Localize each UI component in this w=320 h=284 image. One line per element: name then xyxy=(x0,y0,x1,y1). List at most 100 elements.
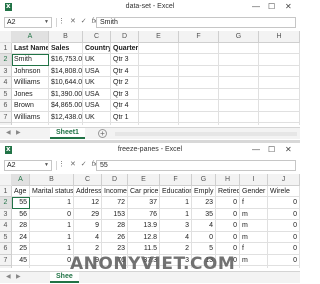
column-header[interactable]: C xyxy=(74,174,102,186)
column-header[interactable]: I xyxy=(240,174,268,186)
table-cell[interactable]: 1 xyxy=(30,197,74,209)
column-header[interactable]: B xyxy=(30,174,74,186)
table-cell[interactable]: $14,808.00 xyxy=(49,65,83,77)
table-cell[interactable]: Qtr 2 xyxy=(111,123,139,125)
table-cell[interactable]: 0 xyxy=(268,231,300,243)
row-header[interactable]: 4 xyxy=(0,77,12,89)
table-cell[interactable]: Jones xyxy=(12,88,49,100)
table-cell[interactable]: 12 xyxy=(74,197,102,209)
table-cell[interactable]: m xyxy=(240,231,268,243)
table-cell[interactable]: $12,438.00 xyxy=(49,111,83,123)
table-cell[interactable]: 28 xyxy=(102,220,128,232)
table-cell[interactable]: Emply xyxy=(192,185,216,197)
more-icon[interactable]: ⋮ xyxy=(58,18,65,25)
name-box[interactable]: A2 ▼ xyxy=(4,17,52,28)
table-cell[interactable]: 11.5 xyxy=(128,243,160,255)
table-cell[interactable] xyxy=(139,77,179,89)
minimize-button[interactable]: — xyxy=(252,145,260,155)
table-cell[interactable]: 44 xyxy=(12,266,30,268)
formula-input[interactable]: 55 xyxy=(96,160,296,171)
column-header[interactable]: H xyxy=(259,31,300,43)
table-cell[interactable]: 153 xyxy=(102,208,128,220)
cancel-icon[interactable]: ✕ xyxy=(70,18,76,25)
table-cell[interactable]: 1 xyxy=(30,220,74,232)
table-cell[interactable]: 1 xyxy=(30,231,74,243)
table-cell[interactable] xyxy=(259,88,300,100)
enter-icon[interactable]: ✓ xyxy=(81,161,87,168)
table-cell[interactable]: 0 xyxy=(268,220,300,232)
table-cell[interactable]: 55 xyxy=(12,197,30,209)
table-cell[interactable]: 0 xyxy=(268,254,300,266)
table-cell[interactable]: USA xyxy=(83,100,111,112)
more-icon[interactable]: ⋮ xyxy=(58,161,65,168)
column-header[interactable]: E xyxy=(139,31,179,43)
table-cell[interactable]: Johnson xyxy=(12,123,49,125)
table-cell[interactable]: 4 xyxy=(160,231,192,243)
column-header[interactable]: F xyxy=(160,174,192,186)
table-cell[interactable] xyxy=(259,54,300,66)
column-header[interactable]: B xyxy=(49,31,83,43)
prev-sheet-icon[interactable]: ◀ xyxy=(6,129,11,136)
table-cell[interactable]: Last Name xyxy=(12,42,49,54)
column-header[interactable]: D xyxy=(111,31,139,43)
table-cell[interactable]: Brown xyxy=(12,100,49,112)
table-cell[interactable]: 29 xyxy=(74,208,102,220)
column-header[interactable]: A xyxy=(12,31,49,43)
table-cell[interactable]: Age xyxy=(12,185,30,197)
table-cell[interactable] xyxy=(259,77,300,89)
table-cell[interactable] xyxy=(219,123,259,125)
table-cell[interactable]: 9 xyxy=(74,220,102,232)
table-cell[interactable] xyxy=(268,266,300,268)
table-cell[interactable] xyxy=(179,65,219,77)
table-cell[interactable]: Qtr 1 xyxy=(111,111,139,123)
table-cell[interactable]: Johnson xyxy=(12,65,49,77)
table-cell[interactable]: 0 xyxy=(30,208,74,220)
table-cell[interactable]: UK xyxy=(83,111,111,123)
horizontal-scrollbar[interactable] xyxy=(115,132,297,136)
table-cell[interactable]: 2 xyxy=(74,243,102,255)
column-header[interactable]: H xyxy=(216,174,240,186)
table-cell[interactable]: Car price xyxy=(128,185,160,197)
close-button[interactable]: ✕ xyxy=(285,2,292,12)
select-all-corner[interactable] xyxy=(0,31,12,43)
table-cell[interactable] xyxy=(30,266,74,268)
table-cell[interactable]: m xyxy=(240,220,268,232)
name-box[interactable]: A2 ▼ xyxy=(4,160,52,171)
table-cell[interactable]: 0 xyxy=(268,208,300,220)
maximize-button[interactable]: ☐ xyxy=(268,2,275,12)
table-cell[interactable]: 37 xyxy=(128,197,160,209)
table-cell[interactable]: $4,865.00 xyxy=(49,100,83,112)
table-cell[interactable]: 4 xyxy=(192,220,216,232)
table-cell[interactable] xyxy=(219,77,259,89)
table-cell[interactable] xyxy=(139,42,179,54)
formula-input[interactable]: Smith xyxy=(96,17,296,28)
table-cell[interactable]: 1 xyxy=(160,197,192,209)
table-cell[interactable]: 0 xyxy=(30,254,74,266)
table-cell[interactable]: 0 xyxy=(216,208,240,220)
table-cell[interactable] xyxy=(219,65,259,77)
table-cell[interactable] xyxy=(179,88,219,100)
row-header[interactable]: 7 xyxy=(0,111,12,123)
table-cell[interactable]: 0 xyxy=(216,197,240,209)
table-cell[interactable] xyxy=(179,123,219,125)
row-header[interactable]: 4 xyxy=(0,220,12,232)
table-cell[interactable] xyxy=(139,111,179,123)
table-cell[interactable]: Address xyxy=(74,185,102,197)
table-cell[interactable]: 23 xyxy=(102,243,128,255)
table-cell[interactable]: UK xyxy=(83,54,111,66)
table-cell[interactable]: 24 xyxy=(12,231,30,243)
table-cell[interactable] xyxy=(219,88,259,100)
table-cell[interactable] xyxy=(259,42,300,54)
table-cell[interactable]: 0 xyxy=(268,197,300,209)
table-cell[interactable]: Education xyxy=(160,185,192,197)
prev-sheet-icon[interactable]: ◀ xyxy=(6,273,11,280)
table-cell[interactable] xyxy=(179,54,219,66)
table-cell[interactable]: 0 xyxy=(216,243,240,255)
row-header[interactable]: 5 xyxy=(0,88,12,100)
chevron-down-icon[interactable]: ▼ xyxy=(44,161,49,170)
table-cell[interactable]: $9,339.00 xyxy=(49,123,83,125)
table-cell[interactable]: f xyxy=(240,197,268,209)
table-cell[interactable] xyxy=(259,100,300,112)
table-cell[interactable] xyxy=(179,42,219,54)
table-cell[interactable]: 0 xyxy=(268,243,300,255)
